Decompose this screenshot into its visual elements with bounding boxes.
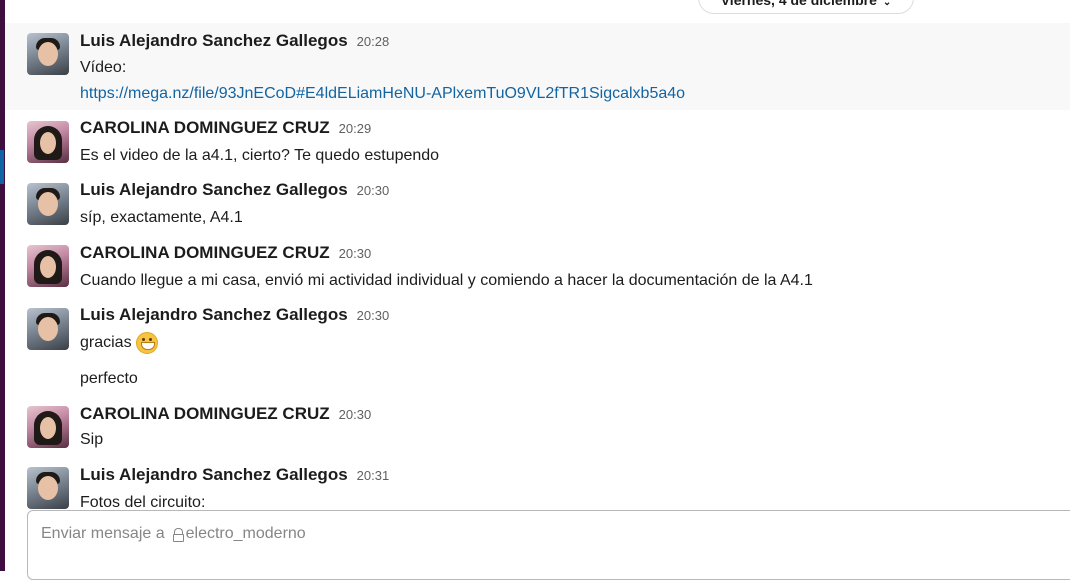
message-item[interactable]: Luis Alejandro Sanchez Gallegos 20:30 sí… (5, 172, 1070, 234)
message-text: Es el video de la a4.1, cierto? Te quedo… (80, 147, 440, 164)
message-link[interactable]: https://mega.nz/file/93JnECoD#E4ldELiamH… (80, 83, 685, 105)
avatar[interactable] (27, 467, 69, 509)
date-divider-button[interactable]: Viernes, 4 de diciembre ⌄ (698, 0, 914, 14)
message-text: perfecto (80, 370, 138, 387)
message-timestamp[interactable]: 20:30 (357, 308, 390, 323)
composer-channel-name: electro_moderno (185, 525, 306, 542)
message-list: Luis Alejandro Sanchez Gallegos 20:28 Ví… (5, 0, 1070, 510)
avatar[interactable] (27, 245, 69, 287)
message-text: Vídeo: (80, 59, 127, 76)
message-item[interactable]: CAROLINA DOMINGUEZ CRUZ 20:29 Es el vide… (5, 110, 1070, 172)
author-name[interactable]: CAROLINA DOMINGUEZ CRUZ (80, 404, 330, 424)
message-text: gracias (80, 332, 158, 354)
message-text: Sip (80, 431, 104, 448)
sidebar-selection-indicator (0, 150, 4, 184)
message-item[interactable]: CAROLINA DOMINGUEZ CRUZ 20:30 Cuando lle… (5, 234, 1070, 296)
chevron-down-icon: ⌄ (882, 0, 892, 8)
message-item[interactable]: Luis Alejandro Sanchez Gallegos 20:31 Fo… (5, 456, 1070, 510)
author-name[interactable]: Luis Alejandro Sanchez Gallegos (80, 305, 348, 325)
author-name[interactable]: Luis Alejandro Sanchez Gallegos (80, 465, 348, 485)
composer-placeholder[interactable]: Enviar mensaje a electro_moderno (41, 525, 306, 543)
avatar[interactable] (27, 406, 69, 448)
avatar[interactable] (27, 33, 69, 75)
message-item[interactable]: Luis Alejandro Sanchez Gallegos 20:30 gr… (5, 296, 1070, 396)
message-timestamp[interactable]: 20:30 (339, 246, 372, 261)
author-name[interactable]: CAROLINA DOMINGUEZ CRUZ (80, 243, 330, 263)
message-timestamp[interactable]: 20:30 (339, 407, 372, 422)
message-text: síp, exactamente, A4.1 (80, 209, 243, 226)
message-timestamp[interactable]: 20:29 (339, 121, 372, 136)
composer-placeholder-text: Enviar mensaje a (41, 525, 165, 542)
message-timestamp[interactable]: 20:31 (357, 468, 390, 483)
message-text: Fotos del circuito: (80, 494, 206, 510)
date-label: Viernes, 4 de diciembre (720, 0, 877, 8)
avatar[interactable] (27, 121, 69, 163)
message-text: Cuando llegue a mi casa, envió mi activi… (80, 272, 813, 289)
avatar[interactable] (27, 183, 69, 225)
avatar[interactable] (27, 308, 69, 350)
message-item[interactable]: CAROLINA DOMINGUEZ CRUZ 20:30 Sip (5, 396, 1070, 456)
author-name[interactable]: CAROLINA DOMINGUEZ CRUZ (80, 118, 330, 138)
message-item[interactable]: Luis Alejandro Sanchez Gallegos 20:28 Ví… (5, 23, 1070, 110)
message-text-content: gracias (80, 334, 132, 352)
lock-icon (172, 527, 184, 542)
message-composer[interactable]: Enviar mensaje a electro_moderno (27, 510, 1070, 580)
message-timestamp[interactable]: 20:30 (357, 183, 390, 198)
grinning-face-emoji-icon (135, 332, 158, 354)
author-name[interactable]: Luis Alejandro Sanchez Gallegos (80, 31, 348, 51)
author-name[interactable]: Luis Alejandro Sanchez Gallegos (80, 180, 348, 200)
message-timestamp[interactable]: 20:28 (357, 34, 390, 49)
